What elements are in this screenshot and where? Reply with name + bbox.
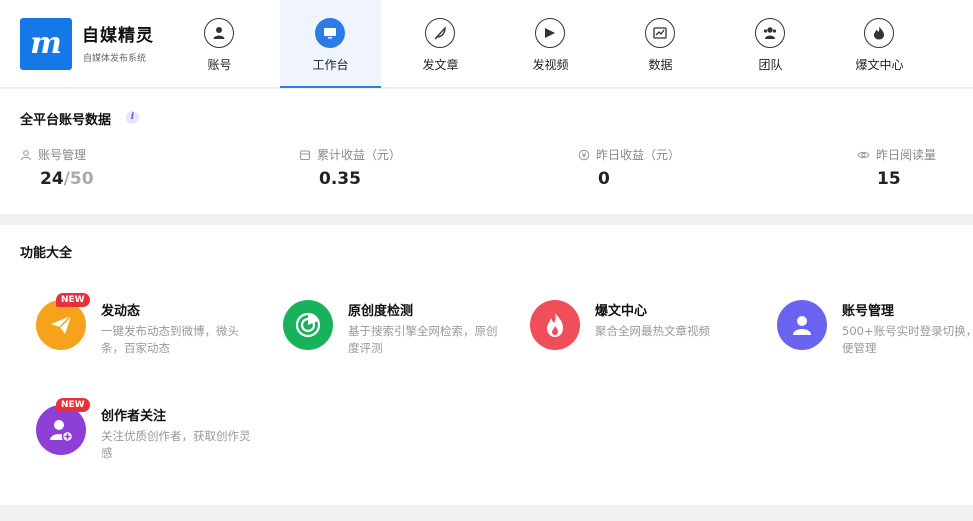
feature-desc: 一键发布动态到微博，微头条，百家动态 (101, 324, 239, 355)
nav-item-hot-center[interactable]: 爆文中心 (829, 0, 930, 88)
nav-item-video[interactable]: 发视频 (500, 0, 601, 88)
wallet-icon (300, 150, 310, 160)
fire-icon (530, 300, 580, 350)
nav-item-account[interactable]: 账号 (169, 0, 270, 88)
coin-icon (578, 149, 590, 160)
user-icon (21, 149, 31, 160)
stat-label-yesterday-reads: 昨日阅读量 (857, 146, 936, 163)
nav-item-workbench[interactable]: 工作台 (280, 0, 381, 88)
new-badge: NEW (56, 398, 90, 412)
nav-label: 账号 (207, 58, 232, 72)
feature-title: 创作者关注 (101, 409, 167, 424)
team-icon (755, 18, 785, 48)
fire-icon (864, 18, 894, 48)
nav-label: 数据 (648, 58, 673, 72)
features-title: 功能大全 (20, 246, 73, 261)
feature-desc: 基于搜索引擎全网检索，原创度评测 (348, 324, 498, 355)
feature-creator-follow[interactable]: NEW 创作者关注 关注优质创作者，获取创作灵感 (36, 398, 276, 475)
nav-item-team[interactable]: 团队 (720, 0, 821, 88)
brand-logo[interactable]: m (20, 18, 72, 70)
info-icon[interactable]: i (126, 111, 139, 124)
nav-label: 发视频 (532, 58, 569, 72)
feature-title: 发动态 (101, 304, 141, 319)
stat-value-yesterday-reads: 15 (877, 169, 901, 189)
feature-desc: 聚合全网最热文章视频 (595, 324, 710, 338)
platform-stats-panel: 全平台账号数据 i 账号管理 24/50 累计收益（元） 0.35 昨日收益（元… (0, 89, 973, 214)
nav-label: 团队 (758, 58, 783, 72)
stat-value-yesterday-income: 0 (598, 169, 610, 189)
stat-label-yesterday-income: 昨日收益（元） (578, 146, 680, 163)
feature-title: 原创度检测 (348, 304, 414, 319)
feature-title: 账号管理 (842, 304, 895, 319)
feature-desc: 500+账号实时登录切换，方便管理 (842, 324, 973, 355)
feather-icon (425, 18, 455, 48)
user-icon (204, 18, 234, 48)
new-badge: NEW (56, 293, 90, 307)
add-user-icon (36, 405, 86, 455)
top-header: m 自媒精灵 自媒体发布系统 账号 工作台 发文章 发视频 数据 团队 爆文中心 (0, 0, 973, 88)
feature-account-management[interactable]: 账号管理 500+账号实时登录切换，方便管理 (777, 300, 973, 370)
stat-value-accounts: 24/50 (40, 169, 94, 189)
stat-label-accounts: 账号管理 (20, 146, 86, 163)
chart-icon (645, 18, 675, 48)
brand-title: 自媒精灵 (82, 26, 154, 46)
stat-label-total-income: 累计收益（元） (299, 146, 401, 163)
nav-label: 工作台 (312, 58, 349, 72)
feature-hot-center[interactable]: 爆文中心 聚合全网最热文章视频 (530, 300, 770, 370)
brand-subtitle: 自媒体发布系统 (83, 54, 147, 64)
eye-icon (857, 151, 870, 158)
features-panel: 功能大全 NEW 发动态 一键发布动态到微博，微头条，百家动态 原创度检测 基于… (0, 225, 973, 505)
stats-title: 全平台账号数据 (20, 113, 112, 128)
workbench-page: m 自媒精灵 自媒体发布系统 账号 工作台 发文章 发视频 数据 团队 爆文中心… (0, 0, 973, 521)
feature-desc: 关注优质创作者，获取创作灵感 (101, 429, 251, 460)
nav-item-article[interactable]: 发文章 (390, 0, 491, 88)
user-icon (777, 300, 827, 350)
monitor-icon (315, 18, 345, 48)
feature-post-dynamic[interactable]: NEW 发动态 一键发布动态到微博，微头条，百家动态 (36, 293, 276, 370)
feature-originality-check[interactable]: 原创度检测 基于搜索引擎全网检索，原创度评测 (283, 300, 523, 370)
nav-label: 发文章 (422, 58, 459, 72)
radar-icon (283, 300, 333, 350)
nav-label: 爆文中心 (855, 58, 904, 72)
play-icon (535, 18, 565, 48)
feature-title: 爆文中心 (595, 304, 648, 319)
paper-plane-icon (36, 300, 86, 350)
nav-item-data[interactable]: 数据 (610, 0, 711, 88)
stat-value-total-income: 0.35 (319, 169, 361, 189)
